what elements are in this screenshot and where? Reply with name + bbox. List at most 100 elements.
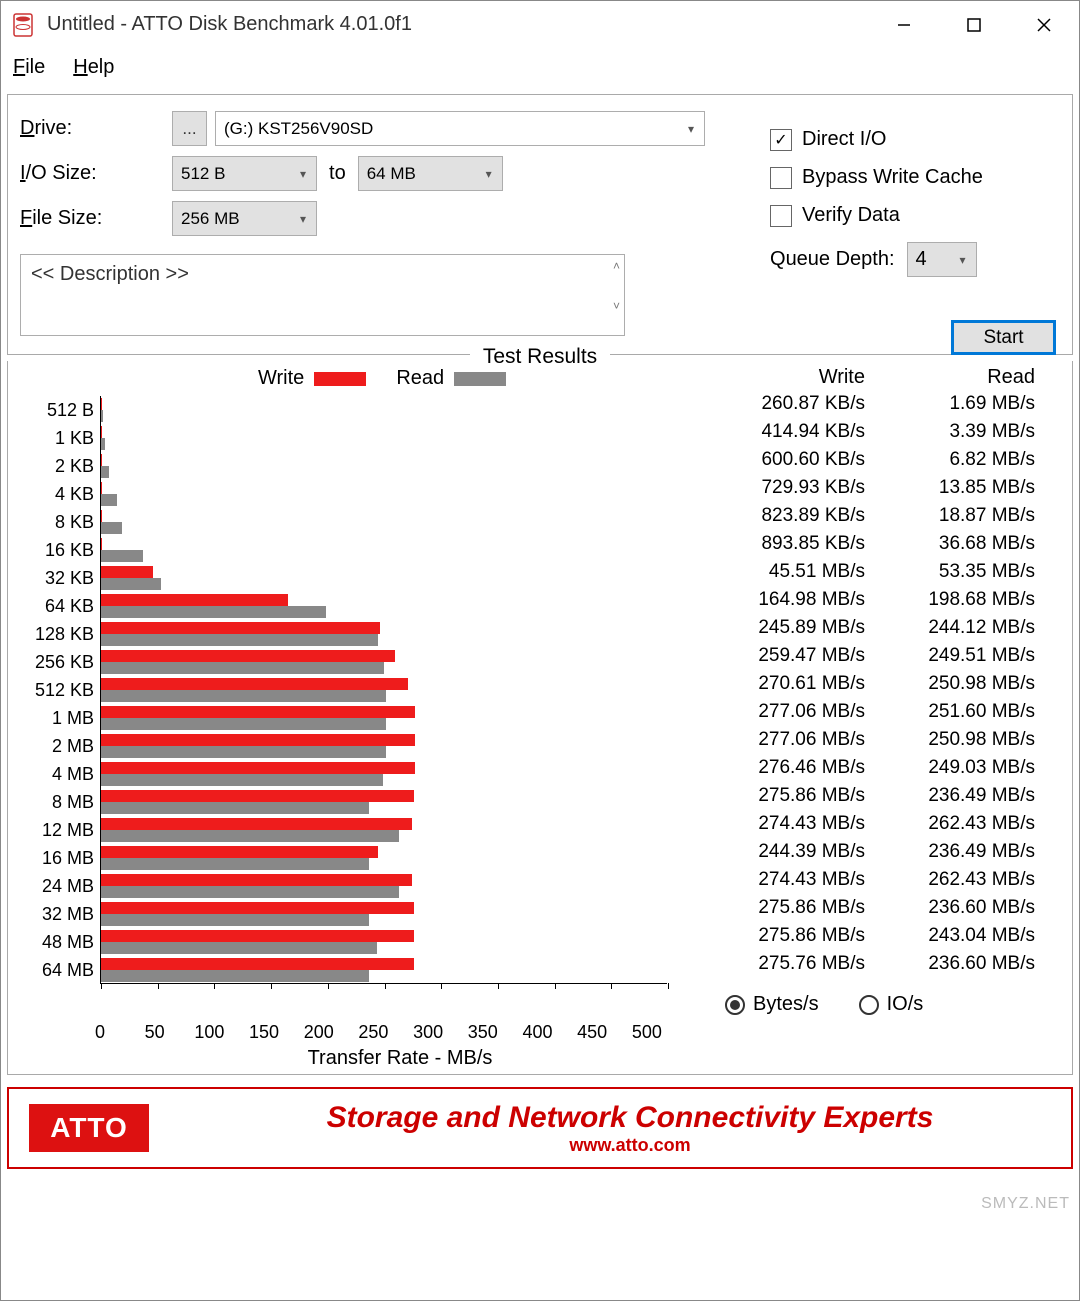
chart-x-axis-label: Transfer Rate - MB/s [0,1047,1072,1070]
x-tick-label: 300 [408,1022,448,1043]
atto-banner: ATTO Storage and Network Connectivity Ex… [7,1087,1073,1169]
bytes-per-sec-radio[interactable]: Bytes/s [725,993,819,1016]
table-row: 277.06 MB/s251.60 MB/s [685,701,1035,729]
bar-read [101,550,143,562]
x-tick-label: 0 [80,1022,120,1043]
chart-category-label: 512 KB [8,676,100,704]
spin-up-icon[interactable]: ˄ [613,259,620,273]
table-row: 600.60 KB/s6.82 MB/s [685,449,1035,477]
chevron-down-icon: ▾ [688,122,694,136]
chart-category-label: 1 MB [8,704,100,732]
queue-depth-label: Queue Depth: [770,248,895,271]
bar-write [101,650,395,662]
table-row: 274.43 MB/s262.43 MB/s [685,869,1035,897]
x-tick-label: 250 [353,1022,393,1043]
queue-depth-select[interactable]: 4▾ [907,242,977,277]
close-button[interactable] [1009,1,1079,48]
bar-read [101,438,105,450]
chart-category-label: 64 KB [8,592,100,620]
bar-read [101,578,161,590]
chart-category-label: 64 MB [8,956,100,984]
table-row: 245.89 MB/s244.12 MB/s [685,617,1035,645]
banner-tagline: Storage and Network Connectivity Experts [209,1101,1051,1135]
table-header-read: Read [865,366,1035,389]
drive-value: (G:) KST256V90SD [224,119,373,139]
test-results-title: Test Results [470,345,610,369]
window-title: Untitled - ATTO Disk Benchmark 4.01.0f1 [47,13,869,36]
checkbox-icon [770,205,792,227]
verify-data-checkbox[interactable]: Verify Data [770,204,1050,227]
bar-read [101,830,399,842]
bar-write [101,566,153,578]
chart-category-label: 32 MB [8,900,100,928]
table-row: 275.86 MB/s236.60 MB/s [685,897,1035,925]
watermark: SMYZ.NET [981,1195,1070,1213]
file-size-label: File Size: [14,207,172,230]
bar-read [101,914,369,926]
bar-write [101,930,414,942]
bar-write [101,538,102,550]
bar-write [101,790,414,802]
bar-read [101,410,103,422]
bar-write [101,874,412,886]
table-header-write: Write [685,366,865,389]
table-row: 893.85 KB/s36.68 MB/s [685,533,1035,561]
bypass-write-cache-checkbox[interactable]: Bypass Write Cache [770,166,1050,189]
bar-write [101,902,414,914]
table-row: 45.51 MB/s53.35 MB/s [685,561,1035,589]
chart-category-label: 8 KB [8,508,100,536]
bar-read [101,746,386,758]
bar-read [101,690,386,702]
table-row: 277.06 MB/s250.98 MB/s [685,729,1035,757]
chart-category-label: 1 KB [8,424,100,452]
bar-write [101,678,408,690]
chart-category-label: 2 MB [8,732,100,760]
ios-per-sec-radio[interactable]: IO/s [859,993,924,1016]
app-icon [11,11,35,39]
x-tick-label: 400 [518,1022,558,1043]
io-size-to-select[interactable]: 64 MB▾ [358,156,503,191]
table-row: 276.46 MB/s249.03 MB/s [685,757,1035,785]
table-row: 259.47 MB/s249.51 MB/s [685,645,1035,673]
bar-write [101,818,412,830]
x-tick-label: 350 [463,1022,503,1043]
description-input[interactable]: << Description >> ˄˅ [20,254,625,336]
x-tick-label: 500 [627,1022,667,1043]
bar-read [101,606,326,618]
chart-category-label: 2 KB [8,452,100,480]
chart-category-label: 16 KB [8,536,100,564]
chart-category-label: 32 KB [8,564,100,592]
table-row: 275.86 MB/s243.04 MB/s [685,925,1035,953]
menu-help[interactable]: Help [73,56,114,79]
bar-write [101,622,380,634]
bar-write [101,734,415,746]
x-tick-label: 150 [244,1022,284,1043]
bar-write [101,846,378,858]
chevron-down-icon: ▾ [300,167,306,181]
file-size-select[interactable]: 256 MB▾ [172,201,317,236]
bar-write [101,958,414,970]
menu-file[interactable]: File [13,56,45,79]
chart-category-label: 128 KB [8,620,100,648]
bar-read [101,774,383,786]
spin-down-icon[interactable]: ˅ [613,299,620,313]
table-row: 729.93 KB/s13.85 MB/s [685,477,1035,505]
io-size-from-select[interactable]: 512 B▾ [172,156,317,191]
atto-logo: ATTO [29,1104,149,1152]
chart-category-label: 4 MB [8,760,100,788]
drive-select[interactable]: (G:) KST256V90SD ▾ [215,111,705,146]
chevron-down-icon: ▾ [300,212,306,226]
maximize-button[interactable] [939,1,1009,48]
bar-write [101,594,288,606]
chart-plot [100,396,667,984]
x-tick-label: 200 [299,1022,339,1043]
direct-io-checkbox[interactable]: ✓ Direct I/O [770,128,1050,151]
io-size-label: I/O Size: [14,162,172,185]
x-tick-label: 100 [189,1022,229,1043]
chart-category-label: 48 MB [8,928,100,956]
drive-browse-button[interactable]: ... [172,111,207,146]
minimize-button[interactable] [869,1,939,48]
start-button[interactable]: Start [951,320,1056,355]
bar-read [101,802,369,814]
chart-y-labels: 512 B1 KB2 KB4 KB8 KB16 KB32 KB64 KB128 … [8,396,100,1016]
